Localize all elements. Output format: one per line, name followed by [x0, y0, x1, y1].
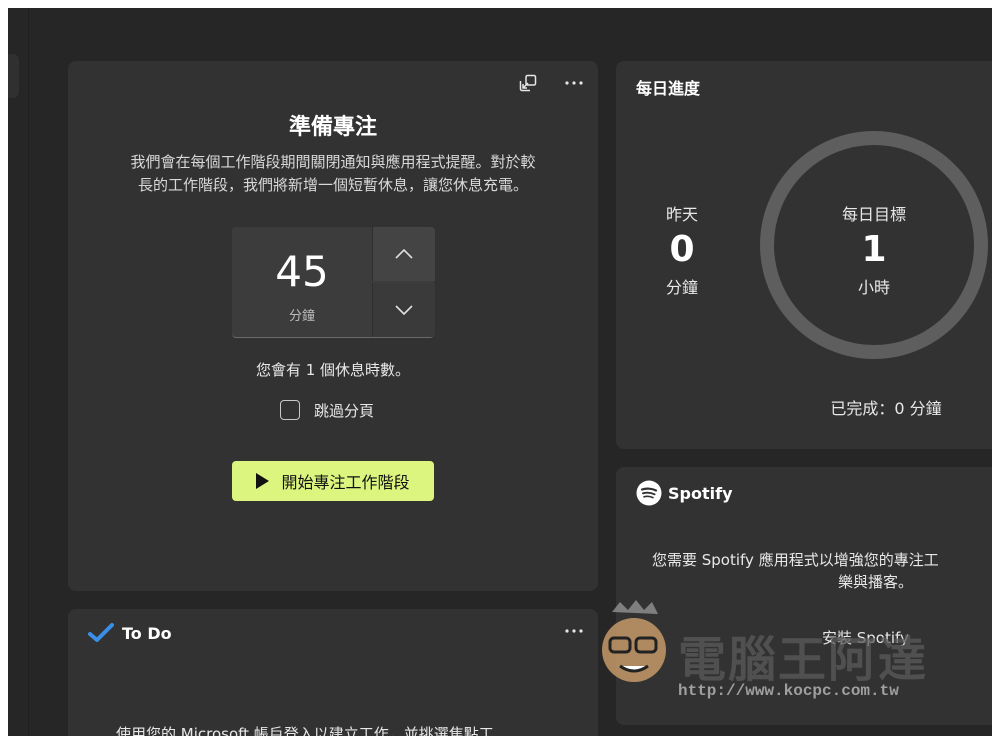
watermark-text: 電腦王阿達: [678, 632, 929, 688]
start-focus-label: 開始專注工作階段: [281, 473, 410, 492]
daily-progress-card: 每日進度 昨天 0 分鐘 每日目標 1 小時 已完成：0 分鐘: [616, 61, 992, 449]
watermark-url: http://www.kocpc.com.tw: [678, 682, 899, 700]
spotify-icon: [636, 480, 662, 506]
yesterday-unit: 分鐘: [665, 278, 698, 297]
spotify-logo: Spotify: [636, 480, 733, 506]
daily-goal-label: 每日目標: [841, 205, 906, 224]
daily-goal-stat[interactable]: 每日目標 1 小時: [824, 201, 924, 298]
todo-card: To Do 使用您的 Microsoft 帳戶登入以建立工作，並挑選焦點工: [68, 609, 598, 736]
watermark: 電腦王阿達 http://www.kocpc.com.tw: [582, 598, 992, 706]
skip-break-checkbox[interactable]: [280, 400, 300, 420]
spotify-message-line1: 您需要 Spotify 應用程式以增強您的專注工: [652, 551, 939, 569]
duration-value[interactable]: 45: [232, 247, 372, 296]
focus-description-line1: 我們會在每個工作階段期間關閉通知與應用程式提醒。對於較: [130, 153, 536, 171]
start-focus-session-button[interactable]: 開始專注工作階段: [232, 461, 434, 501]
yesterday-label: 昨天: [665, 205, 698, 224]
todo-message: 使用您的 Microsoft 帳戶登入以建立工作，並挑選焦點工: [116, 725, 494, 736]
left-rail: [8, 8, 29, 736]
play-icon: [256, 473, 270, 489]
increase-duration-button[interactable]: [372, 227, 435, 281]
completed-text: 已完成：0 分鐘: [830, 399, 942, 418]
sidebar-toggle[interactable]: [8, 54, 19, 98]
duration-unit: 分鐘: [288, 309, 315, 324]
focus-title: 準備專注: [288, 115, 377, 140]
spotify-message-line2: 樂與播客。: [838, 573, 914, 591]
daily-goal-value: 1: [861, 229, 887, 270]
todo-header: To Do: [88, 623, 172, 643]
more-options-icon[interactable]: [560, 69, 588, 97]
yesterday-stat: 昨天 0 分鐘: [642, 201, 722, 298]
chevron-up-icon: [395, 248, 413, 259]
yesterday-value: 0: [669, 229, 695, 270]
decrease-duration-button[interactable]: [372, 283, 435, 337]
break-info: 您會有 1 個休息時數。: [255, 361, 411, 379]
focus-description-line2: 長的工作階段，我們將新增一個短暫休息，讓您休息充電。: [137, 176, 528, 194]
daily-progress-title: 每日進度: [636, 79, 701, 98]
daily-goal-unit: 小時: [857, 278, 890, 297]
skip-break-label: 跳過分頁: [314, 401, 375, 420]
todo-check-icon: [88, 623, 114, 642]
watermark-mascot-icon: [602, 600, 666, 682]
duration-stepper[interactable]: 45 分鐘: [232, 227, 435, 338]
skip-break-checkbox-row[interactable]: 跳過分頁: [280, 397, 374, 423]
spotify-brand: Spotify: [668, 483, 733, 503]
chevron-down-icon: [395, 305, 413, 316]
focus-session-card: 準備專注 我們會在每個工作階段期間關閉通知與應用程式提醒。對於較 長的工作階段，…: [68, 61, 598, 591]
restore-icon[interactable]: [514, 69, 542, 97]
app-window: 準備專注 我們會在每個工作階段期間關閉通知與應用程式提醒。對於較 長的工作階段，…: [8, 8, 992, 736]
todo-title: To Do: [122, 623, 172, 643]
